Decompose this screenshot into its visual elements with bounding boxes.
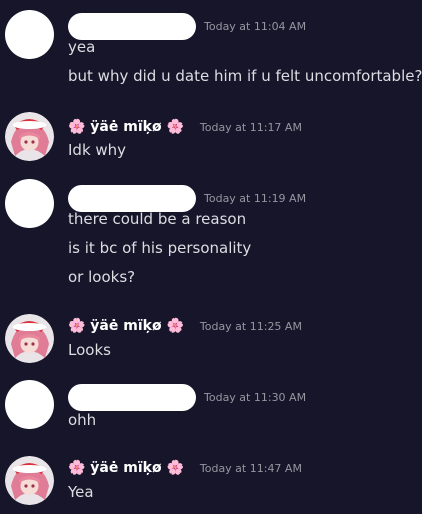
avatar[interactable]	[5, 179, 54, 228]
timestamp: Today at 11:25 AM	[199, 319, 302, 333]
message-text: Idk why	[68, 141, 127, 159]
username[interactable]: 🌸 ÿäė mïķø 🌸	[68, 460, 184, 476]
avatar[interactable]	[5, 380, 54, 429]
message-text: Yea	[68, 483, 94, 501]
message-text: yea	[68, 38, 96, 56]
avatar[interactable]	[5, 112, 54, 161]
message-header: 🌸 ÿäė mïķø 🌸 Today at 11:17 AM	[68, 116, 302, 138]
redacted-username	[68, 12, 196, 40]
timestamp: Today at 11:30 AM	[204, 390, 307, 404]
message-text: there could be a reason	[68, 210, 247, 228]
message-text: Looks	[68, 341, 111, 359]
avatar[interactable]	[5, 456, 54, 505]
message-text: ohh	[68, 411, 97, 429]
avatar[interactable]	[5, 10, 54, 59]
message-header: Today at 11:04 AM	[68, 12, 307, 40]
timestamp: Today at 11:47 AM	[199, 461, 302, 475]
redacted-username	[68, 184, 196, 212]
redacted-username	[68, 383, 196, 411]
message-header: Today at 11:19 AM	[68, 184, 307, 212]
timestamp: Today at 11:17 AM	[199, 120, 302, 134]
message-header: 🌸 ÿäė mïķø 🌸 Today at 11:25 AM	[68, 315, 302, 337]
anime-avatar-icon	[5, 314, 54, 363]
username[interactable]: 🌸 ÿäė mïķø 🌸	[68, 119, 184, 135]
anime-avatar-icon	[5, 112, 54, 161]
avatar[interactable]	[5, 314, 54, 363]
message-text: but why did u date him if u felt uncomfo…	[68, 67, 422, 85]
message-header: Today at 11:30 AM	[68, 383, 307, 411]
message-text: or looks?	[68, 268, 136, 286]
timestamp: Today at 11:04 AM	[204, 19, 307, 33]
timestamp: Today at 11:19 AM	[204, 191, 307, 205]
message-header: 🌸 ÿäė mïķø 🌸 Today at 11:47 AM	[68, 457, 302, 479]
username[interactable]: 🌸 ÿäė mïķø 🌸	[68, 318, 184, 334]
message-text: is it bc of his personality	[68, 239, 252, 257]
anime-avatar-icon	[5, 456, 54, 505]
